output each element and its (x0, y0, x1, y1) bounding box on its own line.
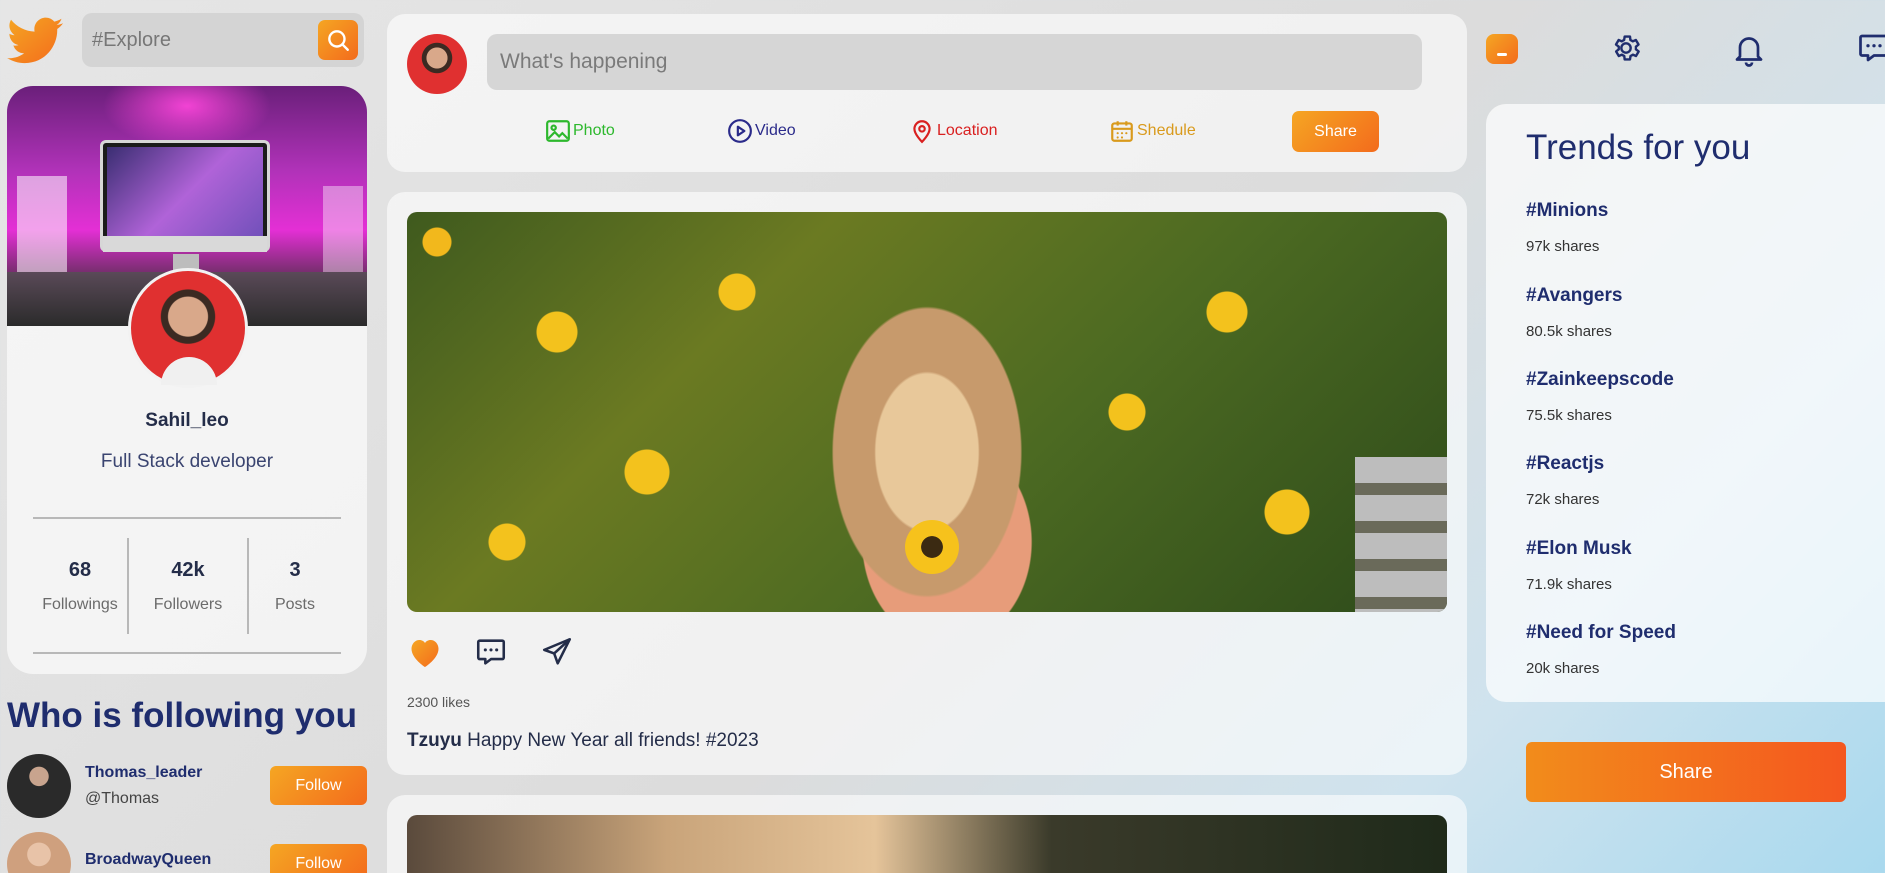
video-label: Video (755, 122, 796, 139)
trends-card: Trends for you #Minions 97k shares #Avan… (1486, 104, 1885, 702)
who-following-title: Who is following you (7, 696, 357, 735)
location-label: Location (937, 122, 998, 139)
stat-label: Followers (153, 595, 223, 613)
trends-title: Trends for you (1526, 128, 1751, 167)
trend-tag: #Need for Speed (1526, 622, 1676, 643)
heart-icon (411, 640, 439, 667)
right-sidebar: Trends for you #Minions 97k shares #Avan… (1486, 0, 1885, 802)
post-composer: Photo Video Location Shedule Share (387, 14, 1467, 172)
feed: Photo Video Location Shedule Share (387, 14, 1467, 873)
stat-followings[interactable]: 68 Followings (33, 538, 127, 634)
profile-stats: 68 Followings 42k Followers 3 Posts (33, 538, 341, 634)
follow-button[interactable]: Follow (270, 844, 367, 873)
likes-count: 2300 likes (407, 694, 471, 710)
stat-value: 68 (68, 558, 92, 581)
follower-item: Thomas_leader @Thomas Follow (7, 754, 367, 818)
trend-shares: 20k shares (1526, 660, 1600, 677)
trend-shares: 71.9k shares (1526, 576, 1612, 593)
post-author[interactable]: Tzuyu (407, 730, 462, 751)
stat-posts[interactable]: 3 Posts (249, 538, 341, 634)
profile-name: Sahil_leo (145, 410, 229, 431)
trend-tag: #Elon Musk (1526, 538, 1632, 559)
post-actions (407, 635, 605, 669)
trend-shares: 97k shares (1526, 238, 1600, 255)
comment-icon (476, 639, 506, 665)
post-caption: Tzuyu Happy New Year all friends! #2023 (407, 730, 759, 752)
profile-avatar[interactable] (128, 268, 248, 388)
calendar-icon (1111, 121, 1133, 142)
post-text: Happy New Year all friends! #2023 (467, 730, 759, 751)
divider (33, 652, 341, 654)
profile-role: Full Stack developer (100, 451, 274, 472)
comment-button[interactable] (473, 635, 509, 669)
post-image[interactable] (407, 815, 1447, 873)
trend-tag: #Reactjs (1526, 453, 1605, 474)
photo-option[interactable]: Photo (545, 118, 615, 144)
schedule-label: Shedule (1137, 122, 1196, 139)
post-card (387, 795, 1467, 873)
follower-username: BroadwayQueen (85, 851, 212, 868)
trend-tag: #Minions (1526, 200, 1609, 221)
video-option[interactable]: Video (727, 118, 796, 144)
profile-card: Sahil_leo Full Stack developer 68 Follow… (7, 86, 367, 674)
follower-handle: @Thomas (85, 790, 160, 807)
avatar[interactable] (407, 34, 467, 94)
gear-icon[interactable] (1610, 32, 1642, 69)
twitter-logo-icon[interactable] (7, 12, 65, 68)
follow-button[interactable]: Follow (270, 766, 367, 805)
play-circle-icon (728, 119, 752, 143)
trend-item[interactable]: #Elon Musk 71.9k shares (1526, 538, 1632, 593)
chat-icon[interactable] (1856, 30, 1885, 71)
photo-label: Photo (573, 122, 615, 139)
search-input[interactable] (92, 28, 312, 52)
stat-followers[interactable]: 42k Followers (129, 538, 247, 634)
top-bar (7, 12, 367, 68)
trend-item[interactable]: #Reactjs 72k shares (1526, 453, 1604, 508)
trend-shares: 80.5k shares (1526, 323, 1612, 340)
trend-item[interactable]: #Need for Speed 20k shares (1526, 622, 1676, 677)
avatar[interactable] (7, 832, 71, 873)
post-input[interactable] (487, 34, 1422, 90)
search-icon (328, 30, 349, 51)
divider (33, 517, 341, 519)
stat-value: 42k (171, 558, 205, 581)
trend-item[interactable]: #Avangers 80.5k shares (1526, 285, 1622, 340)
share-button[interactable]: Share (1292, 111, 1379, 152)
search-bar (82, 13, 364, 67)
send-icon (542, 637, 572, 665)
trend-shares: 75.5k shares (1526, 407, 1612, 424)
post-card: 2300 likes Tzuyu Happy New Year all frie… (387, 192, 1467, 775)
trend-item[interactable]: #Minions 97k shares (1526, 200, 1608, 255)
stat-label: Posts (274, 595, 315, 613)
follower-item: BroadwayQueen Follow (7, 832, 367, 873)
trend-item[interactable]: #Zainkeepscode 75.5k shares (1526, 369, 1674, 424)
search-button[interactable] (318, 20, 358, 60)
left-sidebar: Sahil_leo Full Stack developer 68 Follow… (7, 12, 367, 873)
stat-value: 3 (289, 558, 301, 581)
stat-label: Followings (42, 595, 118, 613)
location-option[interactable]: Location (909, 118, 998, 144)
top-nav (1486, 0, 1885, 100)
trend-tag: #Zainkeepscode (1526, 369, 1674, 390)
location-pin-icon (913, 120, 931, 144)
send-button[interactable] (539, 635, 575, 669)
schedule-option[interactable]: Shedule (1109, 118, 1196, 144)
bell-icon[interactable] (1731, 30, 1767, 73)
trend-shares: 72k shares (1526, 491, 1600, 508)
home-icon[interactable] (1486, 34, 1518, 64)
avatar[interactable] (7, 754, 71, 818)
like-button[interactable] (407, 635, 443, 669)
share-button[interactable]: Share (1526, 742, 1846, 802)
post-image[interactable] (407, 212, 1447, 612)
photo-icon (546, 120, 570, 142)
trend-tag: #Avangers (1526, 285, 1623, 306)
follower-username: Thomas_leader (85, 764, 203, 781)
